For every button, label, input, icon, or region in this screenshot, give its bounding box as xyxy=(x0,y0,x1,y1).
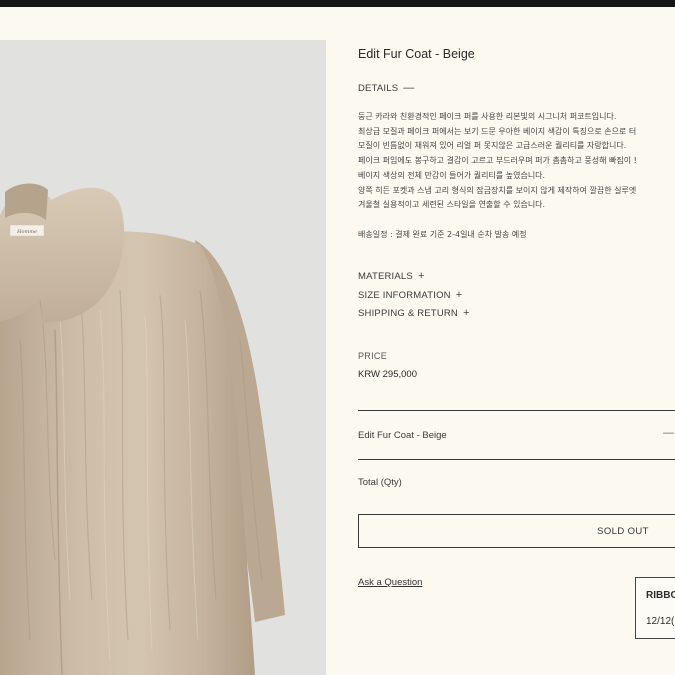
divider xyxy=(358,410,675,411)
shipping-schedule-note: 배송일정 : 결제 완료 기준 2-4일내 순차 발송 예정 xyxy=(358,230,527,239)
collapse-icon: — xyxy=(403,82,415,94)
description-line: 페이크 퍼임에도 봉구하고 결감이 고르고 부드러우며 퍼가 촘촘하고 풍성해 … xyxy=(358,156,637,166)
expand-icon: + xyxy=(417,270,425,282)
price-value: KRW 295,000 xyxy=(358,369,417,380)
description-line: 겨울철 실용적이고 세련된 스타일을 연출할 수 있습니다. xyxy=(358,200,546,210)
size-information-toggle[interactable]: SIZE INFORMATION + xyxy=(358,289,463,302)
product-description: 둥근 카라와 친환경적인 페이크 퍼를 사용한 리본빛의 시그니처 퍼코트입니다… xyxy=(358,110,675,213)
ribbon-popup-card[interactable]: RIBBO 12/12( xyxy=(635,577,675,639)
details-label: DETAILS xyxy=(358,83,399,94)
svg-text:Homme: Homme xyxy=(16,229,37,235)
ask-question-link[interactable]: Ask a Question xyxy=(358,577,422,588)
coat-illustration: Homme xyxy=(0,183,285,675)
ribbon-card-title: RIBBO xyxy=(646,590,675,601)
price-label: PRICE xyxy=(358,351,388,361)
description-line: 둥근 카라와 친환경적인 페이크 퍼를 사용한 리본빛의 시그니처 퍼코트입니다… xyxy=(358,112,617,121)
product-info-panel: Edit Fur Coat - Beige DETAILS — 둥근 카라와 친… xyxy=(358,0,675,675)
size-information-label: SIZE INFORMATION xyxy=(358,290,451,301)
product-title: Edit Fur Coat - Beige xyxy=(358,47,475,61)
materials-label: MATERIALS xyxy=(358,271,413,282)
expand-icon: + xyxy=(463,307,470,319)
selected-option-name: Edit Fur Coat - Beige xyxy=(358,430,447,441)
product-image[interactable]: Homme xyxy=(0,40,326,675)
description-line: 양쪽 히든 포켓과 스냅 고리 형식의 잠금장치를 보이지 않게 제작하여 깔끔… xyxy=(358,185,637,195)
description-line: 베이지 색상의 전체 만감이 들어가 퀄리티를 높였습니다. xyxy=(358,170,546,180)
description-line: 모질이 빈틈없이 채워져 있어 리얼 퍼 못지않은 고급스러운 퀄리티를 자랑합… xyxy=(358,141,627,151)
description-line: 최상급 모질과 페이크 퍼에서는 보기 드문 우아한 베이지 색감이 특징으로 … xyxy=(358,126,637,136)
materials-toggle[interactable]: MATERIALS + xyxy=(358,270,425,283)
total-quantity-label: Total (Qty) xyxy=(358,477,402,488)
details-toggle[interactable]: DETAILS — xyxy=(358,82,415,95)
remove-option-button[interactable]: — xyxy=(663,427,674,439)
sold-out-button[interactable]: SOLD OUT xyxy=(358,514,675,548)
divider xyxy=(358,459,675,460)
shipping-return-label: SHIPPING & RETURN xyxy=(358,308,458,319)
shipping-return-toggle[interactable]: SHIPPING & RETURN + xyxy=(358,307,470,320)
expand-icon: + xyxy=(455,289,463,301)
ribbon-card-date: 12/12( xyxy=(646,616,675,627)
